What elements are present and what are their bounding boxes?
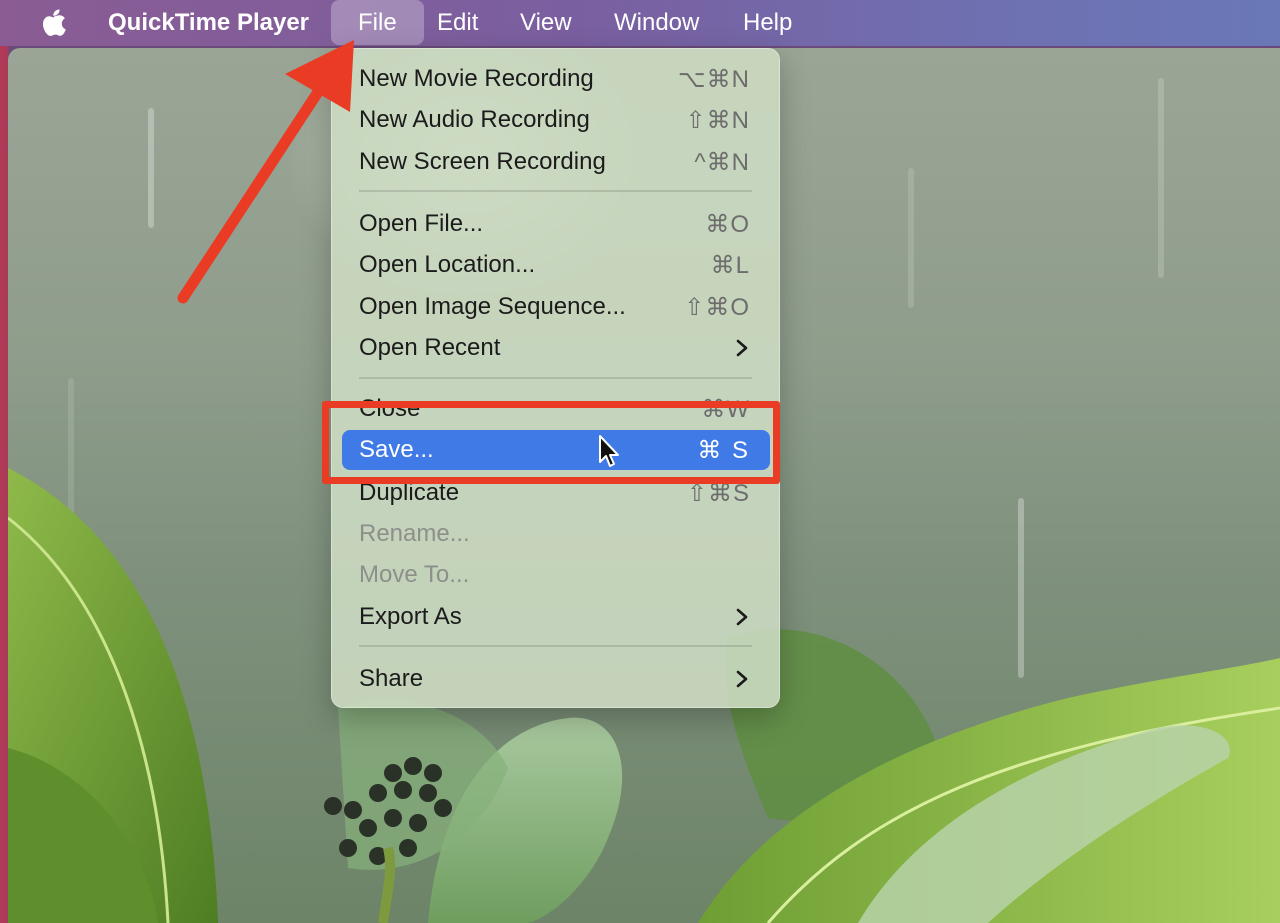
- menu-item-open-location[interactable]: Open Location... ⌘L: [332, 245, 779, 285]
- menu-help[interactable]: Help: [743, 9, 792, 37]
- menu-item-open-file[interactable]: Open File... ⌘O: [332, 204, 779, 244]
- menu-item-label: Open Recent: [359, 334, 501, 361]
- mouse-pointer-icon: [599, 435, 619, 467]
- menu-item-label: Open Image Sequence...: [359, 293, 626, 320]
- menu-item-shortcut: ⇧⌘O: [684, 294, 750, 321]
- menu-item-rename: Rename...: [332, 514, 779, 554]
- menu-item-label: Move To...: [359, 561, 470, 588]
- chevron-right-icon: [736, 339, 748, 357]
- menu-item-shortcut: ^⌘N: [694, 149, 750, 176]
- menu-item-shortcut: ⌘O: [705, 211, 750, 238]
- menu-separator: [359, 645, 752, 647]
- chevron-right-icon: [736, 670, 748, 688]
- menu-item-new-audio-recording[interactable]: New Audio Recording ⇧⌘N: [332, 100, 779, 140]
- menu-item-new-movie-recording[interactable]: New Movie Recording ⌥⌘N: [332, 59, 779, 99]
- menu-item-move-to: Move To...: [332, 555, 779, 595]
- menu-item-shortcut: ⌥⌘N: [678, 66, 750, 93]
- file-menu-dropdown: New Movie Recording ⌥⌘N New Audio Record…: [331, 48, 780, 708]
- apple-logo-icon[interactable]: [40, 8, 68, 38]
- menu-item-label: Share: [359, 665, 424, 692]
- app-menu-quicktime[interactable]: QuickTime Player: [108, 9, 309, 37]
- menu-separator: [359, 377, 752, 379]
- chevron-right-icon: [736, 608, 748, 626]
- menu-item-new-screen-recording[interactable]: New Screen Recording ^⌘N: [332, 142, 779, 182]
- menu-item-label: New Screen Recording: [359, 148, 606, 175]
- menu-file[interactable]: File: [331, 0, 424, 45]
- annotation-highlight-box: [322, 401, 780, 484]
- menu-window[interactable]: Window: [614, 9, 699, 37]
- menu-view[interactable]: View: [520, 9, 572, 37]
- menu-item-open-image-sequence[interactable]: Open Image Sequence... ⇧⌘O: [332, 287, 779, 327]
- menu-edit[interactable]: Edit: [437, 9, 478, 37]
- menu-item-shortcut: ⌘L: [710, 252, 750, 279]
- menu-separator: [359, 190, 752, 192]
- menu-item-label: Rename...: [359, 520, 470, 547]
- menu-item-share[interactable]: Share: [332, 659, 779, 699]
- menu-item-label: Open File...: [359, 210, 484, 237]
- menu-item-export-as[interactable]: Export As: [332, 597, 779, 637]
- menu-item-label: Export As: [359, 603, 462, 630]
- menu-item-open-recent[interactable]: Open Recent: [332, 328, 779, 368]
- menu-item-label: New Movie Recording: [359, 65, 594, 92]
- menu-bar: QuickTime Player File Edit View Window H…: [0, 0, 1280, 46]
- menu-item-label: Open Location...: [359, 251, 536, 278]
- menu-item-shortcut: ⇧⌘N: [685, 107, 750, 134]
- menu-item-label: New Audio Recording: [359, 106, 590, 133]
